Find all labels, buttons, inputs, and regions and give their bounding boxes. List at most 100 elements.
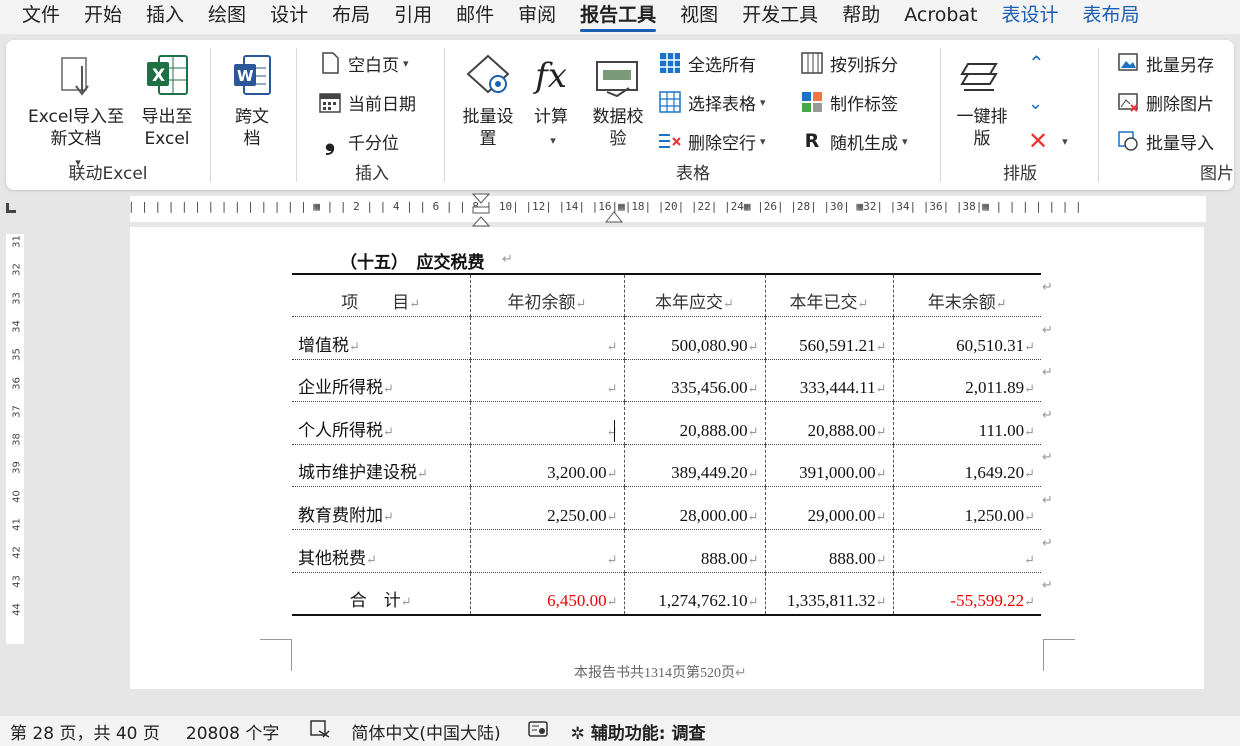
excel-import-button[interactable]: Excel导入至新文档▾ [24, 48, 128, 174]
thousands-separator-button[interactable]: ❟ 千分位 [318, 126, 399, 156]
table-cell[interactable]: 60,510.31↵ [893, 316, 1041, 360]
tab-11[interactable]: 开发工具 [730, 0, 830, 34]
delete-empty-rows-button[interactable]: 删除空行 ▾ [658, 128, 766, 154]
blank-page-button[interactable]: 空白页 ▾ [318, 50, 409, 76]
cell-mark: ↵ [875, 423, 887, 439]
column-header[interactable]: 本年已交↵ [765, 273, 894, 318]
tab-1[interactable]: 开始 [72, 0, 134, 34]
cross-doc-button[interactable]: W 跨文档 [224, 48, 280, 150]
cell-text: 个人所得税 [298, 420, 383, 440]
right-indent-marker-icon[interactable] [604, 208, 624, 224]
data-verify-button[interactable]: 数据校验 [586, 48, 650, 150]
label-tiles-icon [800, 90, 824, 114]
tab-5[interactable]: 布局 [320, 0, 382, 34]
table-cell[interactable]: 1,250.00↵ [893, 486, 1041, 531]
make-label-button[interactable]: 制作标签 [800, 89, 898, 115]
word-count[interactable]: 20808 个字 [186, 719, 279, 744]
table-cell[interactable]: 20,888.00↵ [624, 401, 766, 445]
indent-marker-icon[interactable] [470, 193, 492, 229]
focus-mode-icon[interactable] [527, 719, 551, 744]
table-cell[interactable]: 1,649.20↵ [893, 444, 1041, 488]
table-cell[interactable]: 28,000.00↵ [624, 486, 766, 531]
table-cell[interactable]: 其他税费↵ [292, 529, 471, 573]
table-cell[interactable]: 391,000.00↵ [765, 444, 894, 488]
column-header[interactable]: 本年应交↵ [624, 273, 766, 318]
table-cell[interactable]: 2,011.89↵ [893, 359, 1041, 403]
table-cell[interactable]: 29,000.00↵ [765, 486, 894, 531]
batch-set-button[interactable]: 批量设置 [456, 48, 520, 150]
table-cell[interactable]: 111.00↵ [893, 401, 1041, 445]
calculate-button[interactable]: fx 计算 ▾ [526, 48, 576, 152]
table-cell[interactable]: ↵ [893, 529, 1041, 573]
move-down-button[interactable]: ⌄ [1028, 90, 1043, 116]
tab-0[interactable]: 文件 [0, 0, 72, 34]
table-cell[interactable]: 500,080.90↵ [624, 316, 766, 360]
column-header[interactable]: 项 目↵ [292, 273, 471, 318]
table-cell[interactable]: 教育费附加↵ [292, 486, 471, 531]
delete-image-button[interactable]: 删除图片 [1116, 89, 1214, 115]
tab-2[interactable]: 插入 [134, 0, 196, 34]
chevron-down-icon: ⌄ [1028, 92, 1044, 114]
tab-12[interactable]: 帮助 [830, 0, 892, 34]
accessibility-status[interactable]: ✲ 辅助功能: 调查 [571, 719, 706, 744]
tab-9[interactable]: 报告工具 [568, 0, 668, 34]
random-generate-button[interactable]: R 随机生成 ▾ [800, 128, 908, 154]
table-select-icon [658, 90, 682, 114]
table-cell[interactable]: 增值税↵ [292, 316, 471, 360]
batch-save-button[interactable]: 批量另存 [1116, 50, 1214, 76]
column-header[interactable]: 年末余额↵ [893, 273, 1041, 318]
table-cell[interactable]: 888.00↵ [624, 529, 766, 573]
tab-7[interactable]: 邮件 [444, 0, 506, 34]
select-table-button[interactable]: 选择表格 ▾ [658, 89, 766, 115]
language-indicator[interactable]: 简体中文(中国大陆) [351, 719, 500, 744]
table-cell[interactable]: 389,449.20↵ [624, 444, 766, 488]
table-cell[interactable]: 6,450.00↵ [470, 572, 625, 616]
table-cell[interactable]: 个人所得税↵ [292, 401, 471, 445]
tab-10[interactable]: 视图 [668, 0, 730, 34]
delete-format-button[interactable]: ✕ ▾ [1028, 127, 1068, 155]
tab-14[interactable]: 表设计 [990, 0, 1071, 34]
table-cell[interactable]: 企业所得税↵ [292, 359, 471, 403]
table-cell[interactable]: 合 计↵ [292, 572, 471, 616]
tab-6[interactable]: 引用 [382, 0, 444, 34]
tab-13[interactable]: Acrobat [892, 0, 989, 34]
tab-15[interactable]: 表布局 [1071, 0, 1152, 34]
one-click-layout-button[interactable]: 一键排版 [952, 48, 1012, 150]
ribbon: Excel导入至新文档▾ X 导出至Excel 联动Excel W 跨文档 空白… [6, 40, 1234, 190]
table-cell[interactable]: 1,274,762.10↵ [624, 572, 766, 616]
table-cell[interactable]: 335,456.00↵ [624, 359, 766, 403]
select-all-button[interactable]: 全选所有 [658, 50, 756, 76]
column-header[interactable]: 年初余额↵ [470, 273, 625, 318]
current-date-button[interactable]: 当前日期 [318, 89, 416, 115]
table-cell[interactable]: 333,444.11↵ [765, 359, 894, 403]
cell-mark: ↵ [400, 593, 412, 609]
split-by-column-button[interactable]: 按列拆分 [800, 50, 898, 76]
table-cell[interactable]: ↵ [470, 359, 625, 403]
table-cell[interactable]: 城市维护建设税↵ [292, 444, 471, 488]
table-cell[interactable]: -55,599.22↵ [893, 572, 1041, 616]
table-cell[interactable]: 888.00↵ [765, 529, 894, 573]
vertical-ruler-number: 43 [11, 574, 23, 588]
table-cell[interactable]: 1,335,811.32↵ [765, 572, 894, 616]
table-cell[interactable]: ↵ [470, 529, 625, 573]
table-cell[interactable]: ↵ [470, 316, 625, 360]
table-cell[interactable]: 2,250.00↵ [470, 486, 625, 531]
cell-text: 389,449.20 [671, 463, 748, 483]
tax-payable-table[interactable]: 项 目↵ 年初余额↵ 本年应交↵ 本年已交↵ 年末余额↵ 增值税↵ ↵ 500,080.90↵… [292, 273, 1041, 616]
tab-4[interactable]: 设计 [258, 0, 320, 34]
move-up-button[interactable]: ⌃ [1028, 50, 1045, 76]
cell-mark: ↵ [875, 593, 887, 609]
table-cell[interactable]: ↵ [470, 401, 625, 445]
table-cell[interactable]: 560,591.21↵ [765, 316, 894, 360]
export-excel-button[interactable]: X 导出至Excel [132, 48, 202, 150]
table-cell[interactable]: 20,888.00↵ [765, 401, 894, 445]
tab-stop-selector[interactable] [6, 203, 16, 213]
table-cell[interactable]: 3,200.00↵ [470, 444, 625, 488]
delete-empty-rows-label: 删除空行 [688, 133, 756, 154]
tab-3[interactable]: 绘图 [196, 0, 258, 34]
page-count[interactable]: 第 28 页，共 40 页 [10, 719, 160, 744]
batch-import-button[interactable]: 批量导入 [1116, 128, 1214, 154]
tab-8[interactable]: 审阅 [506, 0, 568, 34]
proofing-icon[interactable] [309, 719, 331, 744]
cell-text: 其他税费 [298, 548, 366, 568]
